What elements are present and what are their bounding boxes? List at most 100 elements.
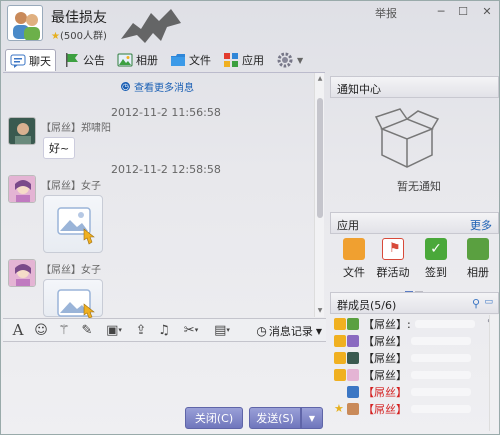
member-list-scrollbar[interactable] bbox=[489, 315, 498, 431]
tab-chat[interactable]: 聊天 bbox=[5, 49, 56, 71]
app-label: 签到 bbox=[425, 266, 447, 279]
app-label: 文件 bbox=[343, 266, 365, 279]
tab-files[interactable]: 文件 bbox=[166, 49, 215, 71]
member-row[interactable]: 【屌丝】 bbox=[334, 368, 471, 382]
member-name: 【屌丝】 bbox=[363, 386, 407, 399]
clock-icon: ◷ bbox=[256, 324, 267, 338]
sender-name: 【屌丝】女子 bbox=[41, 265, 101, 276]
message-input[interactable] bbox=[3, 343, 326, 403]
avatar[interactable] bbox=[8, 259, 36, 287]
view-more-messages-link[interactable]: ◷ 查看更多消息 bbox=[121, 79, 194, 94]
clock-icon: ◷ bbox=[121, 82, 130, 91]
app-group-activity[interactable]: ⚑ 群活动 bbox=[374, 238, 412, 280]
message-history-button[interactable]: ◷ 消息记录 ▼ bbox=[256, 323, 322, 339]
send-options-button[interactable]: ▼ bbox=[301, 407, 323, 429]
avatar bbox=[347, 386, 359, 398]
apps-header: 应用 更多 bbox=[330, 212, 499, 234]
check-in-icon: ✓ bbox=[425, 238, 447, 260]
members-header: 群成员(5/6) ⚲ ▭ bbox=[330, 292, 499, 314]
group-avatar[interactable] bbox=[7, 5, 43, 41]
chevron-down-icon: ▼ bbox=[315, 326, 322, 336]
tab-apps[interactable]: 应用 bbox=[219, 49, 268, 71]
app-files[interactable]: 文件 bbox=[335, 238, 373, 280]
music-icon[interactable]: ♫ bbox=[155, 321, 173, 339]
member-role-icon bbox=[334, 352, 346, 364]
apps-more-link[interactable]: 更多 bbox=[470, 217, 492, 233]
tab-album[interactable]: 相册 bbox=[113, 49, 162, 71]
members-title: 群成员(5/6) bbox=[337, 299, 397, 312]
member-row[interactable]: 【屌丝】 bbox=[334, 351, 471, 365]
chevron-down-icon: ▼ bbox=[297, 55, 304, 65]
avatar[interactable] bbox=[8, 175, 36, 203]
photo-album-icon bbox=[117, 52, 133, 68]
runner-skin-icon bbox=[121, 9, 181, 43]
redacted-name bbox=[411, 388, 471, 396]
input-toolbar: A ☺ ⚚ ✎ ▣ ▾ ⇪ ♫ ✂ ▾ ▤ ▾ ◷ 消息记录 ▼ bbox=[3, 318, 326, 342]
magic-wand-icon[interactable]: ⚚ bbox=[55, 321, 73, 339]
collapse-icon[interactable]: ▭ bbox=[484, 297, 493, 307]
app-check-in[interactable]: ✓ 签到 bbox=[417, 238, 455, 280]
flag-icon bbox=[64, 52, 80, 68]
upload-icon[interactable]: ⇪ bbox=[132, 321, 150, 339]
image-icon[interactable]: ▣ ▾ bbox=[101, 321, 127, 339]
maximize-icon[interactable]: ☐ bbox=[453, 5, 473, 21]
doodle-icon[interactable]: ✎ bbox=[78, 321, 96, 339]
chat-scrollbar[interactable]: ▲ ▼ bbox=[314, 73, 324, 317]
tab-label: 聊天 bbox=[29, 54, 51, 68]
minimize-icon[interactable]: ─ bbox=[431, 5, 451, 21]
member-name: 【屌丝】 bbox=[363, 352, 407, 365]
search-member-icon[interactable]: ⚲ bbox=[472, 297, 480, 310]
message-bubble[interactable]: 好~ bbox=[43, 137, 76, 159]
notice-center-panel bbox=[330, 99, 499, 211]
avatar bbox=[347, 335, 359, 347]
image-message[interactable] bbox=[43, 279, 103, 319]
member-name: 【屌丝】 bbox=[363, 369, 407, 382]
member-role-icon bbox=[334, 335, 346, 347]
member-row[interactable]: 【屌丝】 bbox=[347, 385, 471, 399]
scroll-up-icon[interactable]: ▲ bbox=[316, 75, 324, 82]
close-icon[interactable]: ✕ bbox=[477, 5, 497, 21]
close-button[interactable]: 关闭(C) bbox=[185, 407, 243, 429]
chevron-down-icon: ▼ bbox=[308, 413, 316, 423]
member-row[interactable]: 【屌丝】: bbox=[334, 317, 475, 331]
tab-announcement[interactable]: 公告 bbox=[60, 49, 109, 71]
message-timestamp: 2012-11-2 11:56:58 bbox=[111, 106, 221, 119]
member-row[interactable]: 【屌丝】 bbox=[334, 334, 471, 348]
redacted-name bbox=[411, 405, 471, 413]
member-row[interactable]: ★ 【屌丝】 bbox=[334, 402, 471, 416]
font-icon[interactable]: A bbox=[9, 321, 27, 339]
member-list[interactable]: 【屌丝】: 【屌丝】 【屌丝】 【屌丝】 【屌丝】 ★ 【屌丝】 bbox=[330, 313, 499, 433]
star-icon: ★ bbox=[51, 31, 60, 42]
group-name: 最佳损友 bbox=[51, 10, 107, 26]
star-icon: ★ bbox=[334, 402, 344, 415]
tab-label: 应用 bbox=[242, 54, 264, 67]
sender-name: 【屌丝】女子 bbox=[41, 181, 101, 192]
member-name: 【屌丝】: bbox=[363, 318, 411, 331]
photo-album-icon bbox=[467, 238, 489, 260]
view-more-label: 查看更多消息 bbox=[134, 83, 194, 94]
group-chat-window: 最佳损友 ★(500人群) 举报 ─ ☐ ✕ 聊天 公告 相册 文件 应用 ▼ … bbox=[0, 0, 500, 435]
message-timestamp: 2012-11-2 12:58:58 bbox=[111, 163, 221, 176]
avatar[interactable] bbox=[8, 117, 36, 145]
chat-bubble-icon bbox=[10, 53, 26, 69]
screenshot-scissors-icon[interactable]: ✂ ▾ bbox=[178, 321, 204, 339]
more-tools-icon[interactable]: ▤ ▾ bbox=[209, 321, 235, 339]
avatar bbox=[347, 318, 359, 330]
scroll-thumb[interactable] bbox=[317, 98, 323, 218]
app-grid-icon bbox=[223, 52, 239, 68]
notice-center-header: 通知中心 bbox=[330, 76, 499, 98]
scroll-down-icon[interactable]: ▼ bbox=[316, 307, 324, 314]
message-list[interactable]: ◷ 查看更多消息 2012-11-2 11:56:58 【屌丝】郑啸阳 好~ 2… bbox=[3, 72, 325, 319]
folder-icon bbox=[170, 52, 186, 68]
report-link[interactable]: 举报 bbox=[371, 5, 401, 21]
tab-label: 文件 bbox=[189, 54, 211, 67]
send-button[interactable]: 发送(S) bbox=[249, 407, 301, 429]
activity-flag-icon: ⚑ bbox=[382, 238, 404, 260]
app-album[interactable]: 相册 bbox=[459, 238, 497, 280]
settings-menu-button[interactable]: ▼ bbox=[272, 49, 307, 71]
member-role-icon bbox=[334, 318, 346, 330]
image-message[interactable] bbox=[43, 195, 103, 253]
emoji-icon[interactable]: ☺ bbox=[32, 321, 50, 339]
member-name: 【屌丝】 bbox=[363, 403, 407, 416]
avatar bbox=[347, 369, 359, 381]
